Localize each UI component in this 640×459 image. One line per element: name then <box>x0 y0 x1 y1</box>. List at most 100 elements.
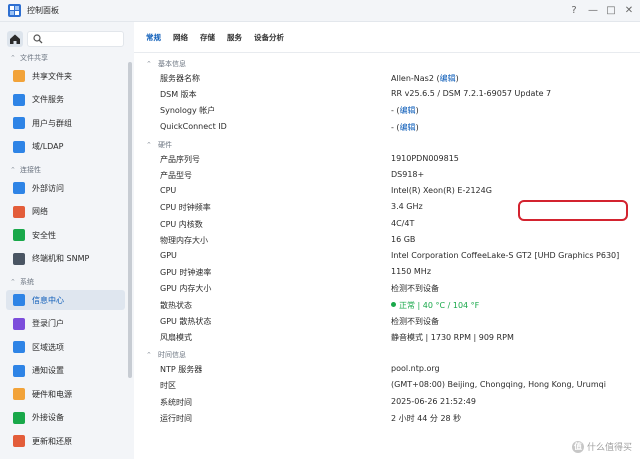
tab-divider <box>134 52 640 53</box>
main-panel: 常规 网络 存储 服务 设备分析 ⌃ 基本信息 服务器名称 Allen-Nas2 (编… <box>134 22 640 459</box>
file-services-icon <box>13 93 25 106</box>
info-value: Intel(R) Xeon(R) E-2124G <box>391 186 492 195</box>
shared-folder-icon <box>13 70 25 82</box>
info-value: DS918+ <box>391 170 424 179</box>
value-text: 检测不到设备 <box>391 284 439 294</box>
info-row: GPU 内存大小 检测不到设备 <box>146 281 636 297</box>
sidebar-item[interactable]: 终端机和 SNMP <box>6 249 125 269</box>
info-key: 服务器名称 <box>160 74 200 83</box>
paren: ) <box>455 74 459 83</box>
sidebar-item[interactable]: 安全性 <box>6 225 125 245</box>
tab-general[interactable]: 常规 <box>146 32 161 46</box>
sidebar-item[interactable]: 网络 <box>6 202 125 222</box>
sidebar-item[interactable]: 更新和还原 <box>6 431 125 451</box>
sidebar-item[interactable]: 登录门户 <box>6 314 125 334</box>
info-row: 产品序列号 1910PDN009815 <box>146 152 636 168</box>
chevron-up-icon: ⌃ <box>10 278 16 286</box>
info-row: GPU Intel Corporation CoffeeLake-S GT2 [U… <box>146 249 636 265</box>
tab-network[interactable]: 网络 <box>173 32 188 46</box>
info-key: GPU 散热状态 <box>160 316 212 326</box>
control-panel-app-icon <box>8 4 21 17</box>
info-key: GPU 时钟速率 <box>160 268 212 278</box>
info-row: CPU Intel(R) Xeon(R) E-2124G <box>146 184 636 200</box>
sidebar-item[interactable]: 用户与群组 <box>6 113 125 133</box>
watermark-badge: 值 <box>571 440 584 453</box>
sidebar-item-label: 安全性 <box>32 230 56 240</box>
edit-link[interactable]: 编辑 <box>440 74 456 83</box>
info-row: 物理内存大小 16 GB <box>146 233 636 249</box>
tab-bar: 常规 网络 存储 服务 设备分析 <box>146 32 296 46</box>
maximize-icon[interactable]: □ <box>604 4 618 18</box>
tab-storage[interactable]: 存储 <box>200 32 215 46</box>
group-header[interactable]: ⌃ 基本信息 <box>146 58 186 70</box>
window-title: 控制面板 <box>27 6 59 15</box>
sidebar-section-label: 文件共享 <box>20 54 48 62</box>
sidebar-item-label: 信息中心 <box>32 295 64 305</box>
sidebar-item[interactable]: 硬件和电源 <box>6 384 125 404</box>
hardware-power-icon <box>13 388 25 400</box>
sidebar-scrollbar[interactable] <box>128 62 132 378</box>
edit-link[interactable]: 编辑 <box>400 106 416 115</box>
info-key: GPU <box>160 251 177 260</box>
info-key: Synology 帐户 <box>160 106 216 116</box>
sidebar: ⌃ 文件共享 共享文件夹 文件服务 用户与群组 域/LDAP ⌃ 连接性 外部访问 网络 安全性 终端… <box>0 22 134 459</box>
sidebar-item[interactable]: 区域选项 <box>6 337 125 357</box>
sidebar-item[interactable]: 共享文件夹 <box>6 66 125 86</box>
group-header[interactable]: ⌃ 硬件 <box>146 139 172 151</box>
value-text: Allen-Nas2 <box>391 74 434 83</box>
tab-services[interactable]: 服务 <box>227 32 242 46</box>
domain-ldap-icon <box>13 140 25 153</box>
search-input[interactable] <box>46 33 120 45</box>
close-icon[interactable]: ✕ <box>622 4 636 18</box>
value-text: Intel Corporation CoffeeLake-S GT2 [UHD … <box>391 251 620 260</box>
info-value: 正常 | 40 °C / 104 °F <box>391 300 479 311</box>
update-restore-icon <box>13 435 25 447</box>
tab-device-analytics[interactable]: 设备分析 <box>254 32 284 46</box>
minimize-icon[interactable]: — <box>586 4 600 18</box>
sidebar-section-label: 连接性 <box>20 166 41 174</box>
info-key: GPU 内存大小 <box>160 284 212 294</box>
info-key: 风扇模式 <box>160 333 192 342</box>
sidebar-item-label: 域/LDAP <box>32 142 64 151</box>
external-devices-icon <box>13 411 25 424</box>
paren: ) <box>415 122 419 132</box>
info-value: (GMT+08:00) Beijing, Chongqing, Hong Kon… <box>391 380 606 389</box>
sidebar-item-label: 终端机和 SNMP <box>32 254 90 263</box>
network-icon <box>13 205 25 218</box>
sidebar-section-header[interactable]: ⌃ 系统 <box>10 276 34 288</box>
sidebar-item[interactable]: 文件服务 <box>6 90 125 110</box>
chevron-up-icon: ⌃ <box>146 351 152 360</box>
security-icon <box>13 229 25 241</box>
sidebar-section-header[interactable]: ⌃ 文件共享 <box>10 52 48 64</box>
info-key: NTP 服务器 <box>160 365 203 375</box>
sidebar-item[interactable]: 通知设置 <box>6 361 125 381</box>
group-header[interactable]: ⌃ 时间信息 <box>146 349 186 361</box>
info-key: 运行时间 <box>160 413 192 423</box>
sidebar-item[interactable]: 外接设备 <box>6 408 125 428</box>
info-value: - (编辑) <box>391 122 419 133</box>
sidebar-item[interactable]: 信息中心 <box>6 290 125 310</box>
home-button[interactable] <box>7 31 23 47</box>
status-text: 正常 | 40 °C / 104 °F <box>399 300 480 310</box>
sidebar-item[interactable]: 域/LDAP <box>6 137 125 157</box>
value-text: pool.ntp.org <box>391 364 440 374</box>
sidebar-item-label: 区域选项 <box>32 342 64 352</box>
sidebar-section-header[interactable]: ⌃ 连接性 <box>10 164 41 176</box>
login-portal-icon <box>13 317 25 330</box>
search-icon <box>33 34 43 44</box>
sidebar-item-label: 外部访问 <box>32 183 64 193</box>
value-text: RR v25.6.5 / DSM 7.2.1-69057 Update 7 <box>391 89 552 99</box>
watermark: 值 什么值得买 <box>571 440 632 453</box>
sidebar-item[interactable]: 外部访问 <box>6 178 125 198</box>
info-key: 时区 <box>160 381 176 391</box>
info-value: - (编辑) <box>391 105 419 116</box>
user-group-icon <box>13 117 25 129</box>
edit-link[interactable]: 编辑 <box>400 123 416 132</box>
info-value: pool.ntp.org <box>391 364 440 373</box>
status-ok-icon <box>391 301 396 307</box>
help-icon[interactable]: ? <box>567 4 581 18</box>
info-key: 物理内存大小 <box>160 235 208 245</box>
value-text: 3.4 GHz <box>391 202 423 212</box>
info-value: 检测不到设备 <box>391 283 439 294</box>
search-box[interactable] <box>27 31 124 47</box>
